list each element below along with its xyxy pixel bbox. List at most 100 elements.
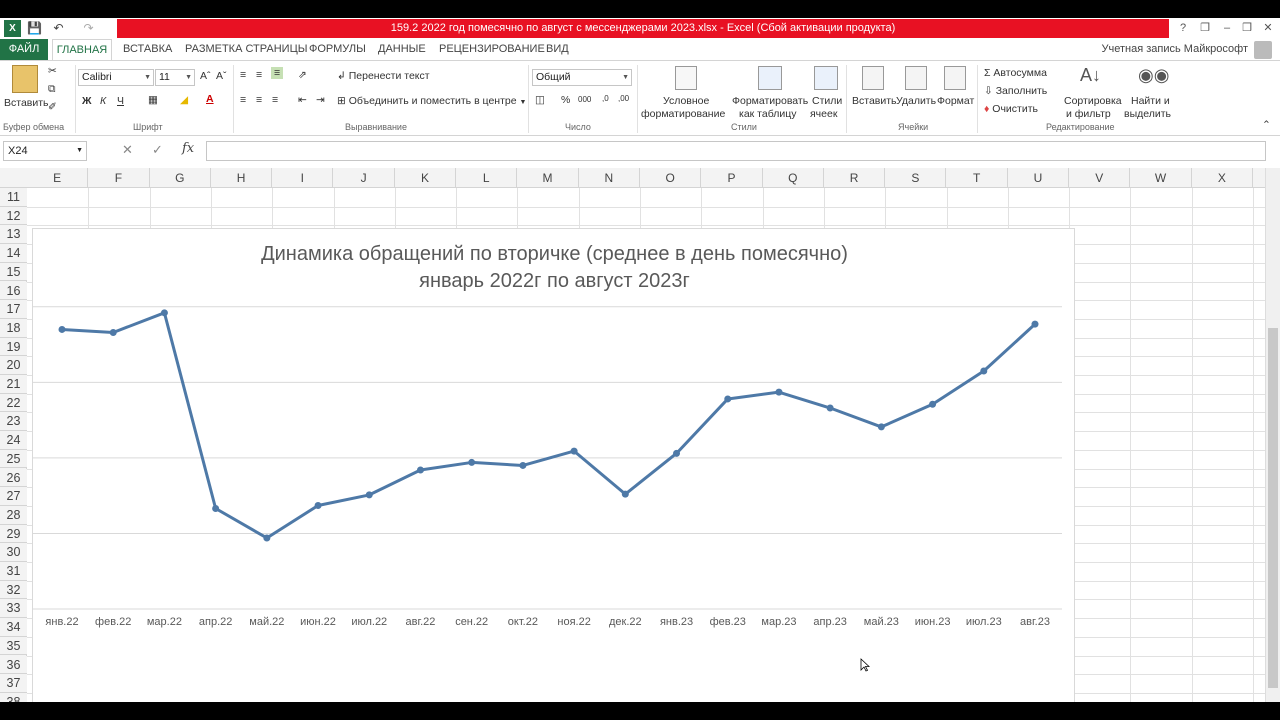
currency-icon[interactable]: ◫ (535, 94, 545, 106)
row-header-12[interactable]: 12 (0, 206, 27, 226)
cut-icon[interactable]: ✂ (48, 65, 57, 77)
tab-home[interactable]: ГЛАВНАЯ (52, 39, 112, 60)
column-header-j[interactable]: J (334, 168, 395, 188)
row-header-29[interactable]: 29 (0, 524, 27, 544)
decrease-decimal-icon[interactable]: ,00 (618, 94, 629, 103)
row-header-24[interactable]: 24 (0, 431, 27, 450)
wrap-text-button[interactable]: ↲ Перенести текст (337, 70, 430, 82)
align-top-icon[interactable]: ≡ (240, 69, 246, 81)
cell-styles-icon[interactable] (814, 66, 838, 90)
series-line[interactable] (61, 311, 1037, 540)
row-header-15[interactable]: 15 (0, 262, 27, 282)
column-header-w[interactable]: W (1130, 168, 1192, 188)
shrink-font-icon[interactable]: Aˇ (216, 70, 227, 82)
font-color-icon[interactable]: A (206, 93, 214, 105)
data-point-1[interactable] (109, 328, 117, 336)
conditional-format-button[interactable]: Условное (663, 95, 709, 107)
tab-view[interactable]: ВИД (546, 39, 569, 60)
data-point-0[interactable] (58, 325, 66, 333)
help-icon[interactable]: ? (1173, 20, 1193, 37)
minimize-button[interactable]: – (1217, 20, 1237, 37)
orientation-icon[interactable]: ⇗ (298, 69, 307, 81)
merge-center-button[interactable]: ⊞ Объединить и поместить в центре ▼ (337, 95, 526, 107)
tab-review[interactable]: РЕЦЕНЗИРОВАНИЕ (439, 39, 545, 60)
delete-cells-icon[interactable] (905, 66, 927, 90)
italic-button[interactable]: К (100, 95, 106, 107)
column-header-r[interactable]: R (824, 168, 886, 188)
thousands-icon[interactable]: 000 (578, 95, 591, 104)
data-point-4[interactable] (263, 534, 271, 542)
align-left-icon[interactable]: ≡ (240, 94, 246, 106)
align-center-icon[interactable]: ≡ (256, 94, 262, 106)
enter-icon[interactable]: ✓ (152, 142, 163, 158)
row-header-33[interactable]: 33 (0, 599, 27, 619)
row-header-36[interactable]: 36 (0, 655, 27, 675)
delete-cells-button[interactable]: Удалить (896, 95, 936, 107)
row-header-37[interactable]: 37 (0, 674, 27, 693)
vertical-scrollbar[interactable] (1265, 168, 1280, 702)
conditional-format-icon[interactable] (675, 66, 697, 90)
row-header-23[interactable]: 23 (0, 412, 27, 432)
bold-button[interactable]: Ж (82, 95, 92, 107)
paste-icon[interactable] (12, 65, 38, 93)
data-point-9[interactable] (519, 461, 527, 469)
row-header-18[interactable]: 18 (0, 318, 27, 338)
redo-icon[interactable]: ↷ (80, 20, 97, 37)
decrease-indent-icon[interactable]: ⇤ (298, 94, 307, 106)
data-point-16[interactable] (877, 423, 885, 431)
row-header-30[interactable]: 30 (0, 543, 27, 562)
column-header-q[interactable]: Q (763, 168, 824, 188)
data-point-14[interactable] (775, 388, 783, 396)
column-header-v[interactable]: V (1069, 168, 1131, 188)
insert-cells-icon[interactable] (862, 66, 884, 90)
data-point-11[interactable] (621, 490, 629, 498)
underline-button[interactable]: Ч (117, 95, 124, 107)
row-header-20[interactable]: 20 (0, 356, 27, 375)
row-header-28[interactable]: 28 (0, 505, 27, 525)
undo-icon[interactable]: ↶ (50, 20, 67, 37)
column-header-l[interactable]: L (456, 168, 518, 188)
number-format-select[interactable]: Общий ▼ (532, 69, 632, 86)
tab-insert[interactable]: ВСТАВКА (123, 39, 172, 60)
row-header-13[interactable]: 13 (0, 225, 27, 245)
column-header-x[interactable]: X (1192, 168, 1253, 188)
format-as-table-button[interactable]: Форматировать (732, 95, 808, 107)
increase-decimal-icon[interactable]: ,0 (602, 94, 609, 103)
scrollbar-thumb[interactable] (1268, 328, 1278, 688)
align-middle-icon[interactable]: ≡ (256, 69, 262, 81)
font-size-select[interactable]: 11 ▼ (155, 69, 195, 86)
row-header-27[interactable]: 27 (0, 487, 27, 506)
grow-font-icon[interactable]: Aˆ (200, 70, 211, 82)
row-header-32[interactable]: 32 (0, 580, 27, 600)
tab-page-layout[interactable]: РАЗМЕТКА СТРАНИЦЫ (185, 39, 307, 60)
data-point-18[interactable] (980, 367, 988, 375)
data-point-6[interactable] (365, 491, 373, 499)
row-header-17[interactable]: 17 (0, 300, 27, 319)
collapse-ribbon-icon[interactable]: ⌃ (1262, 119, 1271, 131)
ribbon-display-icon[interactable]: ❐ (1195, 20, 1215, 37)
column-header-m[interactable]: M (517, 168, 579, 188)
row-header-14[interactable]: 14 (0, 244, 27, 263)
name-box[interactable]: X24 ▼ (3, 141, 87, 161)
account-link[interactable]: Учетная запись Майкрософт (1102, 39, 1248, 60)
column-header-u[interactable]: U (1008, 168, 1070, 188)
column-header-o[interactable]: O (640, 168, 702, 188)
data-point-8[interactable] (468, 458, 476, 466)
line-chart[interactable]: Динамика обращений по вторичке (среднее … (32, 228, 1075, 702)
fill-color-icon[interactable]: ◢ (180, 94, 188, 106)
copy-icon[interactable]: ⧉ (48, 83, 56, 96)
column-header-e[interactable]: E (27, 168, 89, 188)
cell-styles-button[interactable]: Стили (812, 95, 842, 107)
column-header-f[interactable]: F (88, 168, 150, 188)
row-header-16[interactable]: 16 (0, 281, 27, 301)
column-header-p[interactable]: P (701, 168, 763, 188)
data-point-19[interactable] (1031, 320, 1039, 328)
close-button[interactable]: ✕ (1258, 20, 1278, 37)
data-point-5[interactable] (314, 501, 322, 509)
worksheet-grid[interactable]: EFGHIJKLMNOPQRSTUVWX 11 12 13 14 15 16 17 18 19 2… (0, 168, 1265, 702)
row-header-19[interactable]: 19 (0, 337, 27, 357)
paste-button[interactable]: Вставить (4, 97, 49, 109)
column-header-i[interactable]: I (272, 168, 334, 188)
data-point-12[interactable] (673, 449, 681, 457)
data-point-15[interactable] (826, 404, 834, 412)
